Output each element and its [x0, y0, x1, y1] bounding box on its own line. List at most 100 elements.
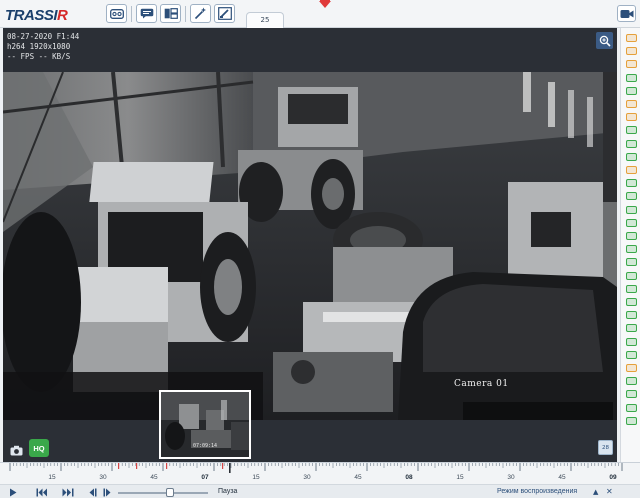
edit-layout-button[interactable] — [214, 4, 235, 23]
trassir-logo: TRASSI R — [5, 6, 68, 24]
timeline-tick-label: 07 — [201, 474, 209, 481]
camera-list-sidebar — [620, 28, 640, 462]
event-marker[interactable] — [166, 463, 168, 469]
speed-slider-track[interactable] — [118, 492, 208, 494]
camera-status-icon[interactable] — [626, 47, 637, 56]
chat-button[interactable] — [136, 4, 157, 23]
camera-status-icon[interactable] — [626, 60, 637, 69]
camera-status-icon[interactable] — [626, 86, 637, 95]
video-viewport[interactable]: 08-27-2020 F1:44 h264 1920x1080 -- FPS -… — [3, 28, 617, 462]
preview-thumbnail[interactable]: 07:09:14 — [159, 390, 251, 459]
camera-status-icon[interactable] — [626, 337, 637, 346]
camera-status-icon[interactable] — [626, 73, 637, 82]
wand-button[interactable] — [190, 4, 211, 23]
timeline-tick-label: 45 — [558, 474, 566, 481]
logo-accent-letter: R — [57, 6, 68, 24]
thumbnail-timestamp: 07:09:14 — [192, 443, 218, 449]
timeline-tick-label: 30 — [507, 474, 515, 481]
archive-timeline[interactable]: 15 30 45 07 15 30 45 08 15 30 45 09 Пауза Режим вос… — [0, 462, 640, 498]
step-back-icon — [89, 488, 97, 497]
camera-view-button[interactable] — [617, 5, 636, 22]
camera-status-icon[interactable] — [626, 271, 637, 280]
calendar-button[interactable]: 28 — [598, 440, 613, 455]
timeline-tick-label: 30 — [303, 474, 311, 481]
camera-status-icon[interactable] — [626, 311, 637, 320]
camera-feed-image — [3, 72, 617, 420]
timeline-tick-label: 45 — [354, 474, 362, 481]
step-back-button[interactable] — [85, 487, 99, 498]
toolbar-separator — [185, 6, 186, 22]
camera-status-icon[interactable] — [626, 350, 637, 359]
tape-icon — [109, 8, 124, 19]
event-marker[interactable] — [136, 463, 138, 469]
layout-tab[interactable]: 25 — [246, 12, 284, 28]
zoom-in-icon — [599, 35, 611, 47]
wand-icon — [194, 7, 206, 20]
timeline-tick-label: 15 — [252, 474, 260, 481]
camera-status-icon[interactable] — [626, 377, 637, 386]
camera-status-icon[interactable] — [626, 403, 637, 412]
edit-icon — [217, 7, 232, 20]
camera-name-overlay: Camera 01 — [454, 379, 509, 389]
camera-status-icon[interactable] — [626, 152, 637, 161]
playhead-marker[interactable] — [229, 463, 231, 473]
timeline-tick-label: 30 — [99, 474, 107, 481]
camera-status-icon[interactable] — [626, 324, 637, 333]
play-button[interactable] — [6, 487, 20, 498]
playback-mode-label[interactable]: Режим воспроизведения — [497, 488, 577, 495]
video-osd: 08-27-2020 F1:44 h264 1920x1080 -- FPS -… — [7, 32, 79, 62]
logo-text: TRASSI — [5, 6, 58, 24]
hq-toggle-button[interactable]: HQ — [29, 439, 49, 457]
camera-status-icon[interactable] — [626, 205, 637, 214]
skip-start-icon — [36, 488, 47, 497]
camera-status-icon[interactable] — [626, 298, 637, 306]
event-marker[interactable] — [118, 463, 120, 469]
camera-status-icon[interactable] — [626, 218, 637, 227]
speed-slider-handle[interactable] — [166, 488, 174, 497]
osd-timestamp: 08-27-2020 F1:44 — [7, 32, 80, 41]
chat-icon — [140, 8, 153, 19]
camera-status-icon[interactable] — [626, 284, 637, 293]
camera-status-icon[interactable] — [626, 258, 637, 267]
timeline-tick-label: 45 — [150, 474, 158, 481]
fast-forward-button[interactable] — [61, 487, 75, 498]
camera-status-icon[interactable] — [626, 192, 637, 201]
camera-status-icon[interactable] — [626, 364, 637, 372]
camera-status-icon[interactable] — [626, 232, 637, 240]
layout-button[interactable] — [160, 4, 181, 23]
skip-to-start-button[interactable] — [35, 487, 49, 498]
camera-status-icon[interactable] — [626, 245, 637, 254]
osd-bitrate: -- FPS -- KB/S — [7, 52, 71, 61]
playback-state-label: Пауза — [218, 488, 238, 495]
top-toolbar: TRASSI R 25 — [0, 0, 640, 28]
play-icon — [10, 488, 17, 497]
alarm-arrow-icon[interactable] — [317, 0, 333, 9]
playback-controls: Пауза Режим воспроизведения ▲ ✕ — [0, 484, 640, 498]
camera-status-icon[interactable] — [626, 166, 637, 174]
timeline-tick-label: 08 — [405, 474, 413, 481]
camera-status-icon[interactable] — [626, 34, 637, 42]
camera-status-icon[interactable] — [626, 416, 637, 425]
snapshot-button[interactable] — [8, 443, 24, 457]
timeline-tick-label: 15 — [48, 474, 56, 481]
close-playback-button[interactable]: ✕ — [606, 487, 613, 496]
camera-status-icon[interactable] — [626, 100, 637, 108]
camera-status-icon[interactable] — [626, 390, 637, 399]
timeline-tick-label: 09 — [609, 474, 617, 481]
zoom-button[interactable] — [596, 32, 613, 49]
toolbar-separator — [131, 6, 132, 22]
osd-codec: h264 1920x1080 — [7, 42, 71, 51]
mode-expand-icon[interactable]: ▲ — [593, 488, 598, 496]
tape-button[interactable] — [106, 4, 127, 23]
video-camera-icon — [620, 9, 633, 18]
timeline-tick-label: 15 — [456, 474, 464, 481]
timeline-ruler[interactable] — [0, 463, 640, 483]
camera-status-icon[interactable] — [626, 113, 637, 122]
step-forward-button[interactable] — [101, 487, 115, 498]
step-forward-icon — [103, 488, 111, 497]
camera-status-icon[interactable] — [626, 179, 637, 188]
camera-status-icon[interactable] — [626, 126, 637, 135]
event-marker[interactable] — [222, 463, 224, 469]
camera-status-icon[interactable] — [626, 139, 637, 148]
layout-icon — [164, 8, 178, 19]
